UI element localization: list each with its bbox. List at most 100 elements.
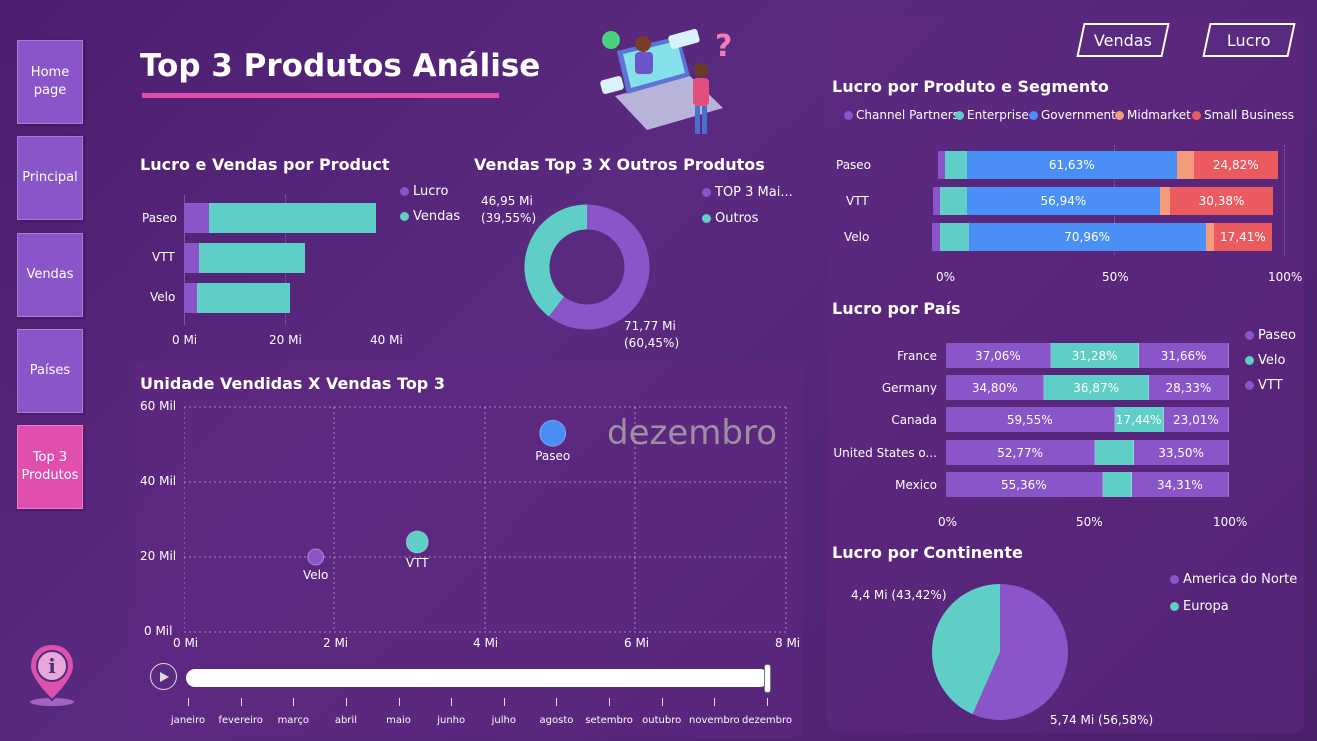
segment-bar: 56,94% xyxy=(966,187,1160,215)
donut-slice-outros[interactable] xyxy=(524,204,588,317)
bar-lucro xyxy=(184,283,197,313)
month-label: novembro xyxy=(689,715,740,726)
row-label-vtt: VTT xyxy=(846,194,869,208)
scatter-point-velo[interactable] xyxy=(307,548,325,566)
legend-vtt: VTT xyxy=(1245,378,1283,393)
legend-dot xyxy=(844,110,853,120)
month-label: maio xyxy=(386,715,411,726)
month-tick xyxy=(609,698,611,706)
legend-dot xyxy=(1029,110,1038,120)
segment-bar xyxy=(938,151,945,179)
x-tick: 20 Mi xyxy=(269,333,302,347)
nav-paises[interactable]: Países xyxy=(17,329,83,413)
legend-paseo: Paseo xyxy=(1245,328,1296,343)
legend-dot xyxy=(1192,110,1201,120)
legend-lucro: Lucro xyxy=(400,184,448,199)
legend-velo: Velo xyxy=(1245,353,1285,368)
legend-item-segment: Enterprise xyxy=(955,108,1029,122)
timeline-handle[interactable] xyxy=(764,664,771,693)
country-bar-segment: 36,87% xyxy=(1044,375,1149,400)
donut-label-outros-pct: (39,55%) xyxy=(481,211,537,225)
pie-label-america: 5,74 Mi (56,58%) xyxy=(1050,713,1154,727)
x-tick: 50% xyxy=(1102,270,1129,284)
segment-bar: 30,38% xyxy=(1170,187,1273,215)
bar-vendas xyxy=(199,243,306,273)
legend-dot xyxy=(955,110,964,120)
cat-label-vtt: VTT xyxy=(152,250,175,264)
month-label: março xyxy=(277,715,309,726)
month-tick xyxy=(767,698,768,706)
legend-label: Small Business xyxy=(1204,108,1295,122)
month-label: dezembro xyxy=(742,715,792,726)
vendas-toggle-button[interactable]: Vendas xyxy=(1076,23,1170,57)
donut-label-top3-pct: (60,45%) xyxy=(624,336,680,350)
donut-title: Vendas Top 3 X Outros Produtos xyxy=(474,155,765,174)
bar-vendas xyxy=(209,203,376,233)
segmento-title: Lucro por Produto e Segmento xyxy=(832,77,1109,96)
timeline-track[interactable] xyxy=(186,669,769,687)
nav-vendas[interactable]: Vendas xyxy=(17,233,83,317)
month-tick xyxy=(503,698,505,706)
legend-outros: Outros xyxy=(702,211,758,226)
bar-lucro xyxy=(184,243,200,273)
month-tick xyxy=(451,698,453,706)
grid-line xyxy=(1284,145,1285,255)
pie-label-europa: 4,4 Mi (43,42%) xyxy=(851,588,947,602)
lucro-toggle-button[interactable]: Lucro xyxy=(1202,23,1296,57)
segment-bar: 70,96% xyxy=(968,223,1206,251)
segment-bar xyxy=(939,187,967,215)
legend-america: America do Norte xyxy=(1170,572,1297,587)
country-bar-segment xyxy=(1102,472,1132,497)
month-tick xyxy=(345,698,347,706)
month-label: abril xyxy=(334,715,357,726)
segment-bar xyxy=(944,151,967,179)
segment-bar xyxy=(933,187,940,215)
month-tick xyxy=(661,698,663,706)
row-label-paseo: Paseo xyxy=(836,158,872,172)
legend-label: Government xyxy=(1041,108,1116,122)
country-bar-segment: 17,44% xyxy=(1114,407,1164,432)
x-tick: 40 Mi xyxy=(370,333,403,347)
x-tick: 2 Mi xyxy=(323,636,349,650)
nav-home-page[interactable]: Home page xyxy=(17,40,83,124)
segment-bar xyxy=(1205,223,1214,251)
segment-bar xyxy=(1176,151,1194,179)
month-tick xyxy=(556,698,558,706)
y-tick: 0 Mil xyxy=(144,624,173,638)
legend-top3: TOP 3 Mai... xyxy=(702,185,793,200)
legend-item-segment: Midmarket xyxy=(1115,108,1191,122)
svg-text:?: ? xyxy=(715,29,732,64)
legend-item-segment: Channel Partners xyxy=(844,108,959,122)
pais-title: Lucro por País xyxy=(832,299,961,318)
month-label: outubro xyxy=(642,715,682,726)
country-label: Mexico xyxy=(895,478,937,492)
info-icon[interactable]: i xyxy=(24,640,80,712)
play-button[interactable] xyxy=(150,663,177,690)
nav-top3-produtos[interactable]: Top 3 Produtos xyxy=(17,425,83,509)
donut-label-top3-value: 71,77 Mi xyxy=(624,319,676,333)
month-label: fevereiro xyxy=(218,715,263,726)
month-label: agosto xyxy=(539,715,574,726)
segment-bar: 24,82% xyxy=(1193,151,1278,179)
pie-chart-continente[interactable] xyxy=(928,580,1074,726)
scatter-title: Unidade Vendidas X Vendas Top 3 xyxy=(140,374,445,393)
country-bar-segment: 37,06% xyxy=(946,343,1051,368)
legend-europa: Europa xyxy=(1170,599,1229,614)
scatter-point-vtt[interactable] xyxy=(405,530,429,554)
legend-item-segment: Government xyxy=(1029,108,1116,122)
legend-item-segment: Small Business xyxy=(1192,108,1294,122)
scatter-point-paseo[interactable] xyxy=(539,419,567,447)
month-tick xyxy=(188,698,189,706)
legend-label: Enterprise xyxy=(967,108,1029,122)
country-label: United States o... xyxy=(833,446,937,460)
nav-principal[interactable]: Principal xyxy=(17,136,83,220)
segment-bar xyxy=(940,223,969,251)
country-bar-segment: 55,36% xyxy=(946,472,1103,497)
y-tick: 60 Mil xyxy=(140,399,177,413)
y-tick: 20 Mil xyxy=(140,549,177,563)
country-bar-segment: 31,28% xyxy=(1050,343,1140,368)
country-label: Canada xyxy=(891,413,937,427)
month-tick xyxy=(240,698,242,706)
x-tick: 6 Mi xyxy=(624,636,650,650)
cat-label-velo: Velo xyxy=(150,290,176,304)
